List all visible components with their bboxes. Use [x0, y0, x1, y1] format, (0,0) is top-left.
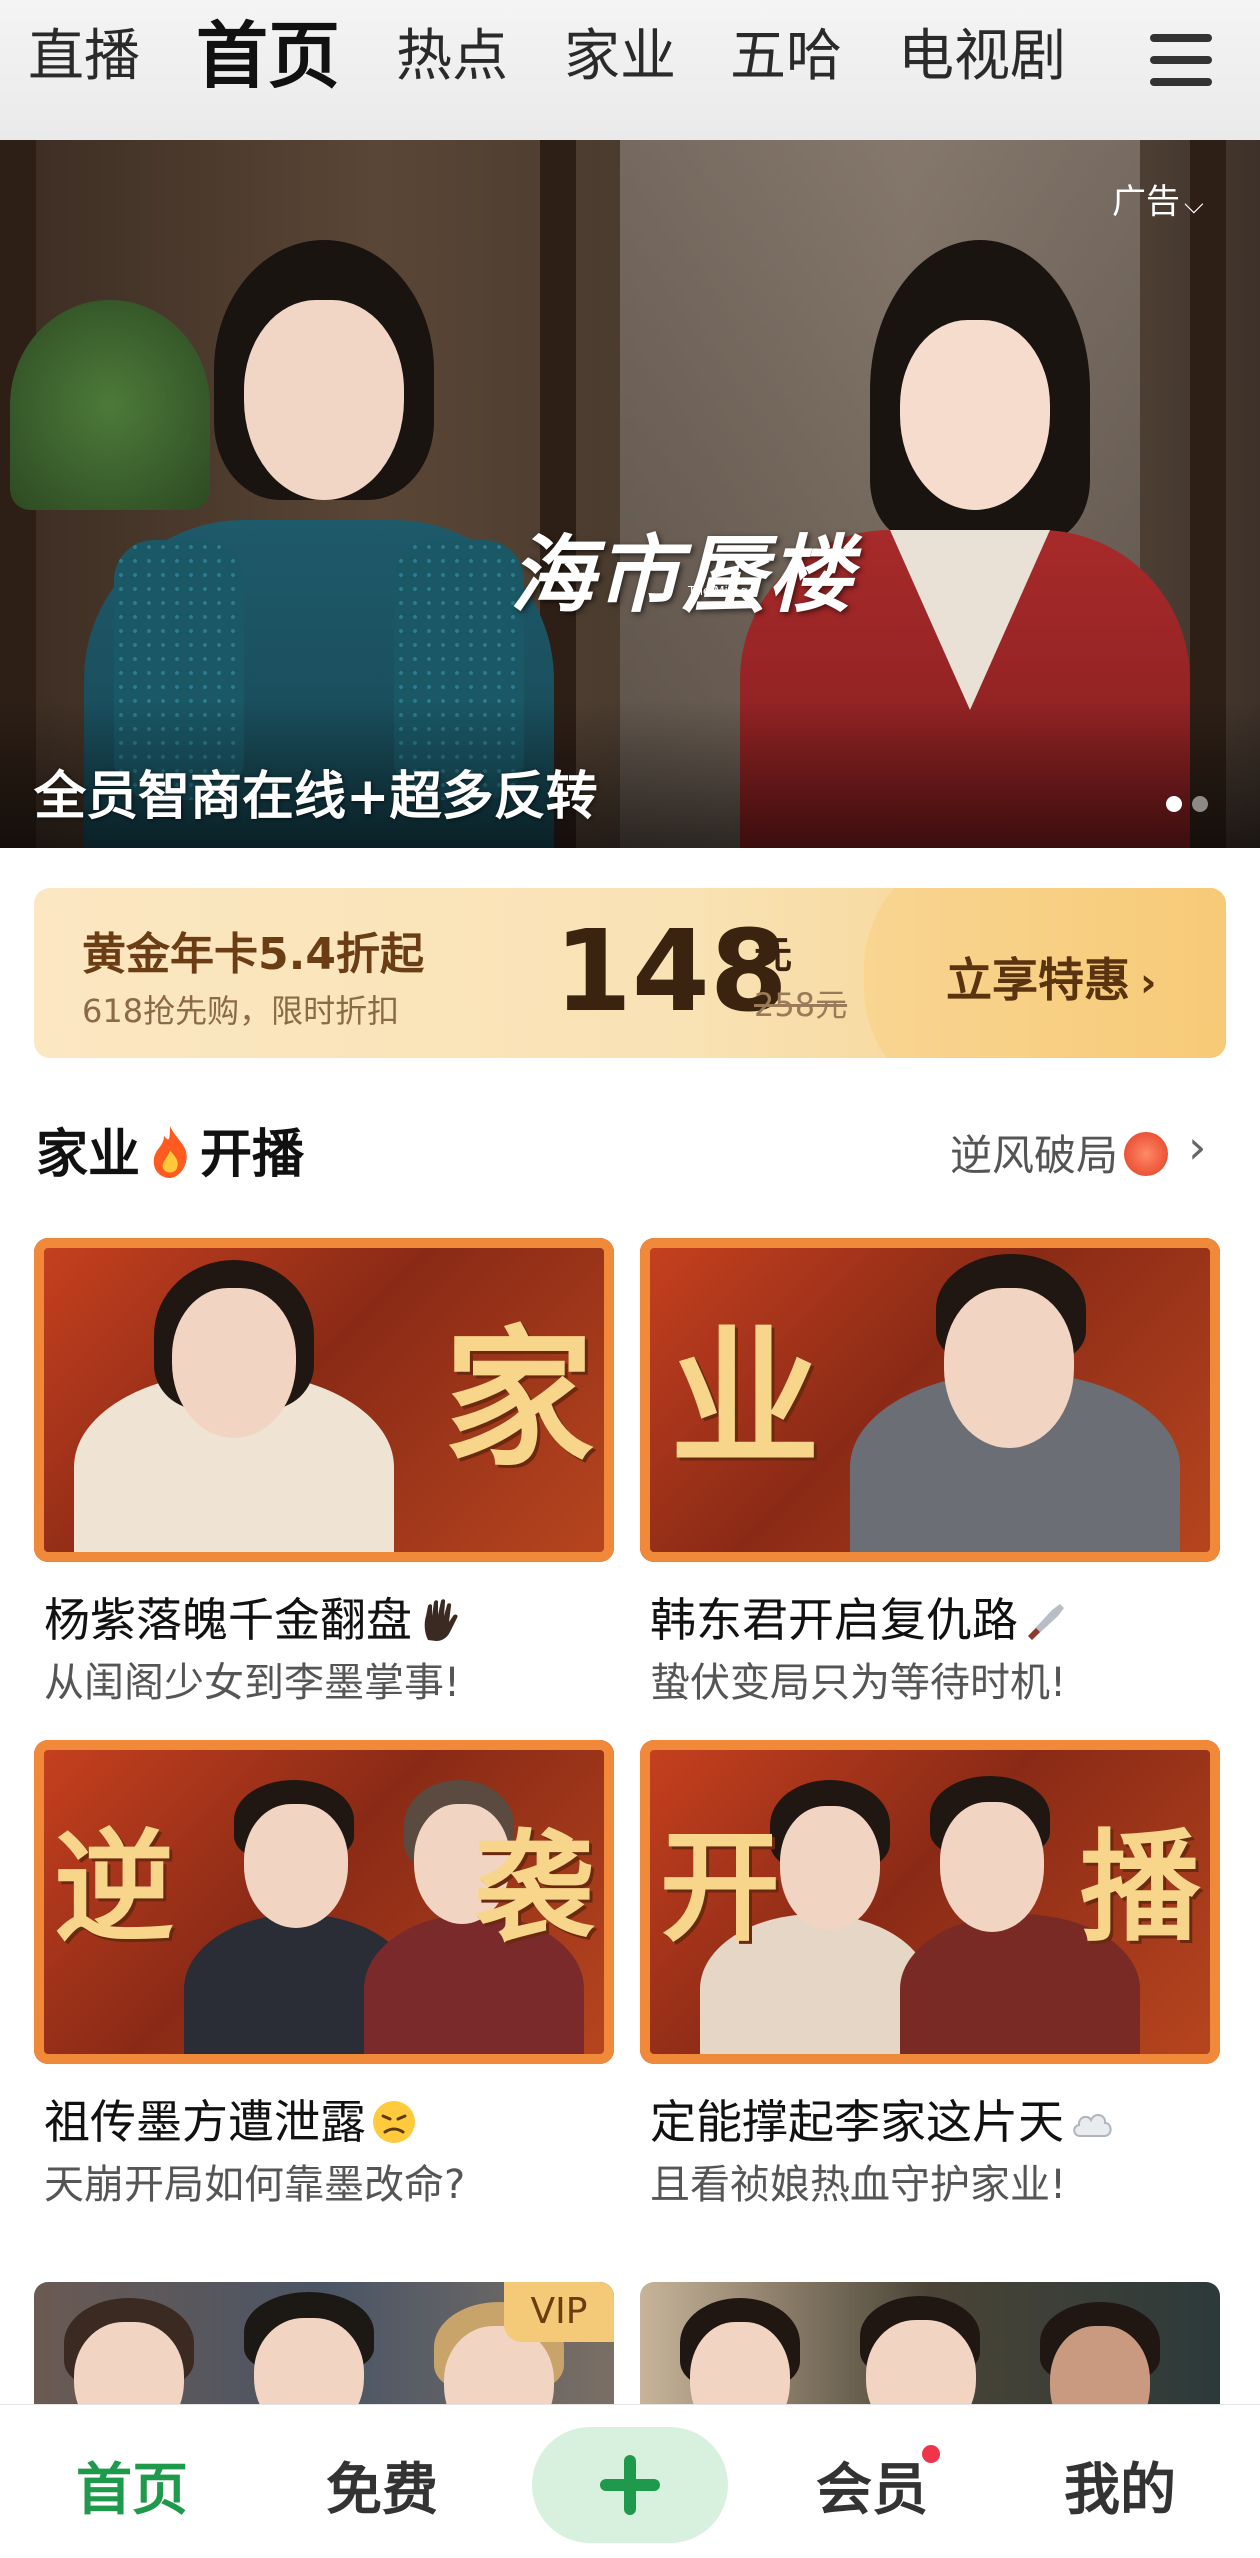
video-title: 杨紫落魄千金翻盘	[44, 1584, 464, 1650]
video-thumbnail: 开 播	[640, 1740, 1220, 2064]
lantern-icon	[1124, 1132, 1169, 1176]
video-subtitle: 从闺阁少女到李墨掌事!	[44, 1660, 461, 1706]
vip-badge: VIP	[504, 2282, 614, 2342]
tab-wuha[interactable]: 五哈	[730, 22, 842, 92]
menu-icon[interactable]	[1150, 34, 1212, 86]
bottom-nav: 首页 免费 会员 我的	[0, 2404, 1260, 2558]
video-card[interactable]: 开 播 定能撑起李家这片天 且看祯娘热血守护家业!	[640, 1740, 1220, 2208]
video-thumbnail: 业	[640, 1238, 1220, 1562]
video-subtitle: 且看祯娘热血守护家业!	[650, 2162, 1067, 2208]
video-card[interactable]: 家 杨紫落魄千金翻盘 从闺阁少女到李墨掌事!	[34, 1238, 614, 1706]
hero-banner[interactable]: 海市蜃楼 The Mirage 广告 ⌵ 全员智商在线+超多反转	[0, 140, 1260, 848]
chevron-right-icon: ›	[1140, 960, 1157, 1006]
video-title: 祖传墨方遭泄露	[44, 2086, 418, 2152]
upset-face-icon	[373, 2101, 415, 2143]
top-nav: 直播 首页 热点 家业 五哈 电视剧	[0, 0, 1260, 140]
promo-subtitle: 618抢先购，限时折扣	[82, 992, 400, 1030]
promo-cta-button[interactable]: 立享特惠 ›	[946, 944, 1156, 1010]
show-logo-english: The Mirage	[688, 584, 756, 598]
tab-trending[interactable]: 热点	[396, 22, 508, 92]
chevron-down-icon: ⌵	[1184, 190, 1204, 220]
chevron-right-icon[interactable]: ›	[1188, 1120, 1206, 1174]
vip-promo-banner[interactable]: 黄金年卡5.4折起 618抢先购，限时折扣 148 元 258元 立享特惠 ›	[34, 888, 1226, 1058]
section-more-link[interactable]: 逆风破局	[950, 1122, 1169, 1183]
bottom-tab-free[interactable]: 免费	[326, 2445, 438, 2526]
promo-price: 148	[554, 907, 788, 1037]
carousel-indicator	[1166, 796, 1218, 816]
cloud-icon	[1073, 2114, 1112, 2137]
video-card[interactable]: 业 韩东君开启复仇路 蛰伏变局只为等待时机!	[640, 1238, 1220, 1706]
bottom-tab-vip[interactable]: 会员	[816, 2445, 928, 2526]
video-thumbnail: 逆 袭	[34, 1740, 614, 2064]
video-card[interactable]: 逆 袭 祖传墨方遭泄露 天崩开局如何靠墨改命?	[34, 1740, 614, 2208]
ad-label[interactable]: 广告 ⌵	[1112, 174, 1204, 223]
banner-caption: 全员智商在线+超多反转	[34, 767, 598, 827]
carousel-dot-active	[1166, 796, 1182, 812]
bottom-tab-home[interactable]: 首页	[76, 2445, 188, 2526]
section-title: 家业 开播	[36, 1125, 305, 1185]
tab-live[interactable]: 直播	[28, 22, 140, 92]
video-title: 定能撑起李家这片天	[650, 2086, 1116, 2152]
fire-icon	[153, 1126, 187, 1178]
tab-home[interactable]: 首页	[196, 14, 340, 98]
hand-icon	[424, 1599, 458, 1641]
bottom-tab-me[interactable]: 我的	[1064, 2445, 1176, 2526]
promo-price-unit: 元	[754, 933, 793, 977]
show-logo: 海市蜃楼	[510, 525, 855, 624]
plus-button[interactable]	[532, 2427, 728, 2543]
tab-tv-series[interactable]: 电视剧	[898, 22, 1066, 92]
knife-icon	[1028, 1604, 1064, 1640]
video-subtitle: 蛰伏变局只为等待时机!	[650, 1660, 1067, 1706]
video-title: 韩东君开启复仇路	[650, 1584, 1070, 1650]
promo-title: 黄金年卡5.4折起	[82, 929, 424, 980]
tab-jiaye[interactable]: 家业	[564, 22, 676, 92]
video-subtitle: 天崩开局如何靠墨改命?	[44, 2162, 466, 2208]
app-screen: 直播 首页 热点 家业 五哈 电视剧 海市蜃楼 The Mirage 广告 ⌵ …	[0, 0, 1260, 2558]
promo-original-price: 258元	[754, 986, 848, 1024]
video-thumbnail: 家	[34, 1238, 614, 1562]
carousel-dot	[1192, 796, 1208, 812]
notification-dot	[922, 2445, 940, 2463]
